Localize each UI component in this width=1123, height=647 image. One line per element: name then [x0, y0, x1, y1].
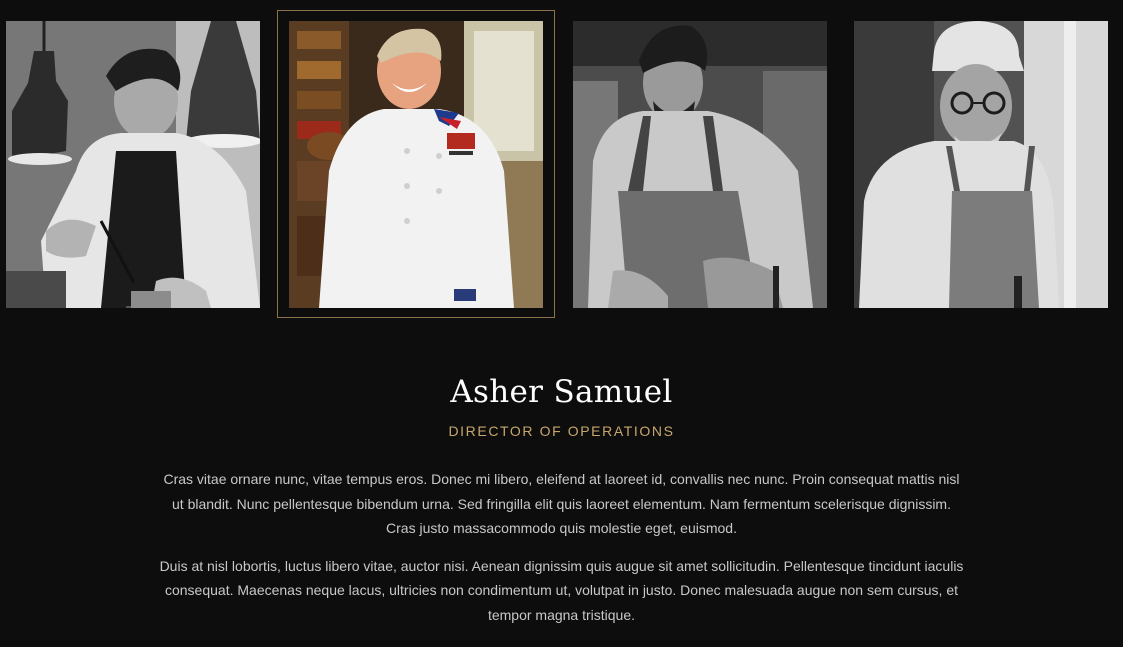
team-photo-asher-samuel[interactable] [277, 10, 555, 318]
team-photo-chef-4[interactable] [854, 21, 1108, 308]
chef-photo-image [573, 21, 827, 308]
team-gallery [0, 0, 1123, 330]
selected-photo-container [289, 21, 543, 308]
member-bio: Cras vitae ornare nunc, vitae tempus ero… [157, 467, 967, 627]
chef-photo-image [6, 21, 260, 308]
member-name: Asher Samuel [450, 374, 673, 410]
bio-paragraph-1: Cras vitae ornare nunc, vitae tempus ero… [163, 471, 960, 536]
chef-photo-image [289, 21, 543, 308]
bio-paragraph-2: Duis at nisl lobortis, luctus libero vit… [159, 557, 964, 623]
chef-photo-image [854, 21, 1108, 308]
team-photo-chef-3[interactable] [573, 21, 827, 308]
team-photo-chef-1[interactable] [6, 21, 260, 308]
member-role: DIRECTOR OF OPERATIONS [448, 423, 675, 439]
team-member-profile: Asher Samuel DIRECTOR OF OPERATIONS Cras… [0, 360, 1123, 640]
